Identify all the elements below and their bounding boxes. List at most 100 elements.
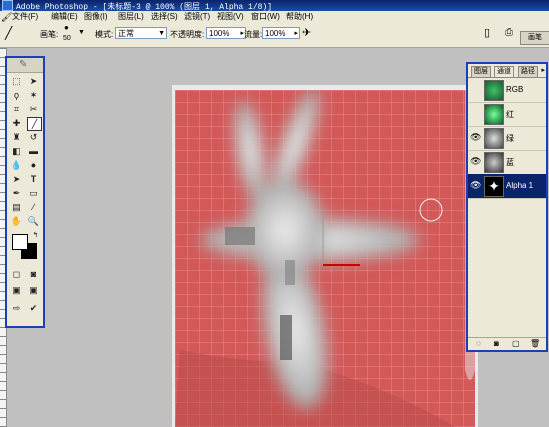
pen-icon[interactable]: ✒ bbox=[10, 187, 23, 199]
channel-row-blue[interactable]: 👁 蓝 bbox=[468, 150, 546, 175]
channel-row-green[interactable]: 👁 绿 bbox=[468, 126, 546, 151]
gradient-icon[interactable]: ▬ bbox=[27, 145, 40, 157]
menu-layer[interactable]: 图层(L) bbox=[118, 11, 144, 23]
alpha-overlay bbox=[175, 90, 475, 427]
menu-filter[interactable]: 滤镜(T) bbox=[184, 11, 210, 23]
eye-icon[interactable]: 👁 bbox=[470, 155, 481, 167]
visibility-empty-icon[interactable] bbox=[470, 107, 480, 119]
file-browser-icon[interactable]: ▯ bbox=[484, 26, 490, 39]
save-selection-icon[interactable]: ◙ bbox=[494, 339, 499, 348]
clone-stamp-icon[interactable]: ♜ bbox=[10, 131, 23, 143]
foreground-color[interactable] bbox=[12, 234, 28, 250]
channel-thumb bbox=[484, 152, 504, 173]
tab-channels[interactable]: 通道 bbox=[494, 66, 514, 77]
eraser-icon[interactable]: ◧ bbox=[10, 145, 23, 157]
tab-paths[interactable]: 路径 bbox=[518, 66, 538, 77]
swap-colors-icon[interactable]: ↰ bbox=[29, 230, 42, 242]
photoshop-app-icon bbox=[2, 0, 13, 11]
marquee-icon[interactable]: ⬚ bbox=[10, 75, 23, 87]
eye-icon[interactable]: 👁 bbox=[470, 179, 481, 191]
channel-row-red[interactable]: 红 bbox=[468, 102, 546, 127]
tab-layers[interactable]: 图层 bbox=[471, 66, 491, 77]
palette-tabs: 图层 通道 路径 ▸ bbox=[468, 64, 546, 78]
flow-label: 流量: bbox=[244, 30, 263, 39]
menu-select[interactable]: 选择(S) bbox=[151, 11, 178, 23]
canvas[interactable] bbox=[175, 90, 475, 427]
opacity-value: 100% bbox=[209, 29, 230, 38]
channel-thumb: ✦ bbox=[484, 176, 504, 197]
chevron-down-icon: ▼ bbox=[158, 30, 165, 37]
palette-footer: ◌ ◙ ▢ 🗑 bbox=[468, 337, 546, 350]
blur-icon[interactable]: 💧 bbox=[10, 159, 23, 171]
menu-help[interactable]: 帮助(H) bbox=[286, 11, 313, 23]
channel-thumb bbox=[484, 104, 504, 125]
brush-size: 50 bbox=[63, 35, 71, 42]
path-selection-icon[interactable]: ➤ bbox=[10, 173, 23, 185]
notes-icon[interactable]: ▤ bbox=[10, 201, 23, 213]
opacity-label: 不透明度: bbox=[170, 30, 205, 39]
hand-icon[interactable]: ✋ bbox=[10, 215, 23, 227]
menu-view[interactable]: 视图(V) bbox=[217, 11, 244, 23]
lasso-icon[interactable]: ϙ bbox=[10, 89, 23, 101]
slice-icon[interactable]: ✂ bbox=[27, 103, 40, 115]
screen-mode-standard-icon[interactable]: ▣ bbox=[10, 284, 23, 296]
crop-icon[interactable]: ⌗ bbox=[10, 103, 23, 115]
options-bar: ╱ 画笔: ● 50 ▼ 模式: 正常 ▼ 不透明度: 100% ▸ 流量: 1… bbox=[0, 23, 549, 48]
mode-label: 模式: bbox=[95, 30, 114, 39]
brush-dropdown-icon[interactable]: ▼ bbox=[78, 29, 85, 36]
healing-brush-icon[interactable]: ✚ bbox=[10, 117, 23, 129]
mode-select[interactable]: 正常 ▼ bbox=[115, 27, 167, 39]
printer-icon[interactable]: ⎙ bbox=[505, 27, 513, 38]
eye-icon[interactable]: 👁 bbox=[470, 131, 481, 143]
airbrush-icon[interactable]: ✈ bbox=[302, 26, 311, 39]
toolbox: ✎ ⬚ ➤ ϙ ✶ ⌗ ✂ ✚ ╱ ♜ ↺ ◧ ▬ 💧 ● ➤ T ✒ ▭ ▤ … bbox=[5, 56, 45, 328]
brush-icon[interactable]: ╱ bbox=[27, 117, 42, 131]
flow-arrow-icon[interactable]: ▸ bbox=[294, 28, 298, 40]
channel-thumb bbox=[484, 128, 504, 149]
visibility-empty-icon[interactable] bbox=[470, 83, 480, 95]
new-channel-icon[interactable]: ▢ bbox=[512, 339, 520, 348]
type-icon[interactable]: T bbox=[27, 173, 40, 185]
flow-value: 100% bbox=[265, 29, 286, 38]
history-brush-icon[interactable]: ↺ bbox=[27, 131, 40, 143]
channel-label: 红 bbox=[506, 110, 514, 119]
mode-value: 正常 bbox=[118, 29, 134, 38]
load-selection-icon[interactable]: ◌ bbox=[476, 339, 481, 348]
palette-well-label: 画笔 bbox=[528, 34, 542, 41]
zoom-icon[interactable]: 🔍 bbox=[27, 215, 40, 227]
channel-label: 蓝 bbox=[506, 158, 514, 167]
channel-label: 绿 bbox=[506, 134, 514, 143]
eyedropper-icon[interactable]: ⁄ bbox=[27, 201, 40, 213]
flow-field[interactable]: 100% ▸ bbox=[262, 27, 300, 39]
imageready-jump-icon[interactable]: ⇨ bbox=[10, 302, 23, 314]
delete-channel-icon[interactable]: 🗑 bbox=[530, 339, 540, 348]
brush-tool-preset-icon[interactable]: ╱ bbox=[5, 26, 12, 40]
screen-mode-full-icon[interactable]: ▣ bbox=[27, 284, 40, 296]
channel-label: Alpha 1 bbox=[506, 181, 534, 190]
brush-label: 画笔: bbox=[40, 30, 59, 39]
opacity-field[interactable]: 100% ▸ bbox=[206, 27, 246, 39]
ps-menu-icon[interactable]: 🖌 bbox=[1, 11, 12, 23]
title-bar: Adobe Photoshop - [未标题-3 @ 100% (图层 1, A… bbox=[0, 0, 549, 12]
menu-edit[interactable]: 编辑(E) bbox=[51, 11, 78, 23]
move-icon[interactable]: ➤ bbox=[27, 75, 40, 87]
dodge-icon[interactable]: ● bbox=[27, 159, 40, 171]
palette-menu-icon[interactable]: ▸ bbox=[541, 66, 545, 74]
toolbox-header[interactable]: ✎ bbox=[7, 58, 43, 73]
menu-bar: 🖌 文件(F) 编辑(E) 图像(I) 图层(L) 选择(S) 滤镜(T) 视图… bbox=[0, 11, 549, 23]
channels-palette: 图层 通道 路径 ▸ RGB 红 👁 绿 👁 蓝 👁 ✦ Alpha 1 ◌ ◙… bbox=[466, 62, 548, 352]
brush-preview-icon[interactable]: ● bbox=[64, 23, 69, 32]
palette-well[interactable]: 画笔 bbox=[520, 31, 549, 45]
channel-label: RGB bbox=[506, 85, 524, 94]
menu-window[interactable]: 窗口(W) bbox=[251, 11, 280, 23]
quick-mask-icon[interactable]: ◙ bbox=[27, 268, 40, 280]
rectangle-icon[interactable]: ▭ bbox=[27, 187, 40, 199]
menu-image[interactable]: 图像(I) bbox=[84, 11, 108, 23]
channel-row-alpha[interactable]: 👁 ✦ Alpha 1 bbox=[468, 174, 546, 199]
check-icon[interactable]: ✔ bbox=[27, 302, 40, 314]
magic-wand-icon[interactable]: ✶ bbox=[27, 89, 40, 101]
menu-file[interactable]: 文件(F) bbox=[12, 11, 38, 23]
standard-mode-icon[interactable]: ◻ bbox=[10, 268, 23, 280]
channel-row-rgb[interactable]: RGB bbox=[468, 78, 546, 103]
feather-icon: ✎ bbox=[19, 59, 28, 70]
